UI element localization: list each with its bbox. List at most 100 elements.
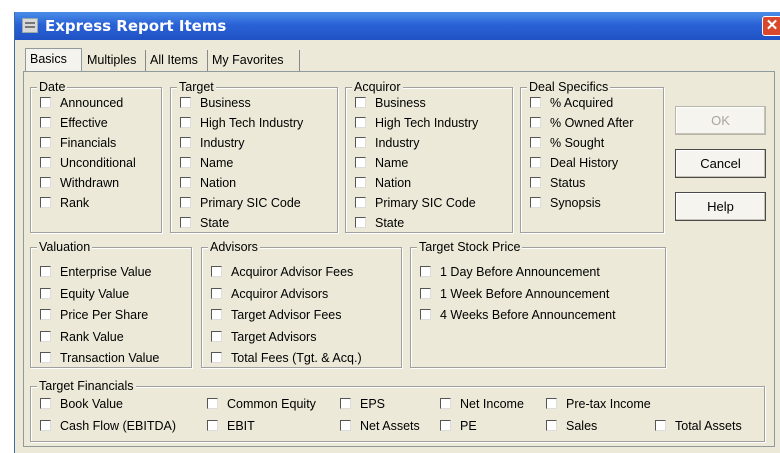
checkbox-label: Rank Value (60, 330, 124, 344)
checkbox-box[interactable] (180, 97, 191, 108)
checkbox-label: 1 Week Before Announcement (440, 287, 610, 301)
checkbox-box[interactable] (207, 420, 218, 431)
checkbox-label: Total Assets (675, 419, 742, 433)
checkbox-box[interactable] (40, 117, 51, 128)
checkbox-box[interactable] (211, 288, 222, 299)
checkbox-box[interactable] (530, 97, 541, 108)
group-target-financials: Target Financials Book Value Cash Flow (… (30, 378, 765, 442)
checkbox-box[interactable] (530, 177, 541, 188)
checkbox-box[interactable] (655, 420, 666, 431)
checkbox-box[interactable] (40, 352, 51, 363)
checkbox-box[interactable] (40, 331, 51, 342)
checkbox-box[interactable] (440, 420, 451, 431)
checkbox-label: % Acquired (550, 96, 614, 110)
cancel-button[interactable]: Cancel (675, 149, 766, 178)
checkbox-box[interactable] (211, 309, 222, 320)
checkbox-label: High Tech Industry (375, 116, 479, 130)
group-target: Target Business High Tech Industry Indus… (170, 79, 338, 233)
checkbox-label: State (375, 216, 405, 230)
checkbox-label: EBIT (227, 419, 255, 433)
checkbox-box[interactable] (530, 197, 541, 208)
checkbox-label: Primary SIC Code (375, 196, 476, 210)
checkbox-box[interactable] (40, 266, 51, 277)
checkbox-box[interactable] (355, 117, 366, 128)
close-button[interactable]: ✕ (762, 16, 780, 36)
checkbox-box[interactable] (207, 398, 218, 409)
checkbox-label: Price Per Share (60, 308, 149, 322)
checkbox-box[interactable] (180, 197, 191, 208)
checkbox-box[interactable] (440, 398, 451, 409)
group-advisors: Advisors Acquiror Advisor Fees Acquiror … (201, 239, 402, 368)
checkbox-box[interactable] (340, 398, 351, 409)
checkbox-box[interactable] (40, 157, 51, 168)
title-bar[interactable]: Express Report Items ✕ (15, 12, 780, 40)
checkbox-box[interactable] (40, 288, 51, 299)
checkbox-box[interactable] (211, 266, 222, 277)
checkbox-label: Transaction Value (60, 351, 160, 365)
tab-panel-basics: Date Announced Effective Financials Unco… (23, 71, 775, 447)
checkbox-box[interactable] (546, 420, 557, 431)
checkbox-label: Name (200, 156, 234, 170)
checkbox-label: Sales (566, 419, 598, 433)
tab-my-favorites[interactable]: My Favorites (208, 50, 300, 71)
tab-all-items[interactable]: All Items (146, 50, 208, 71)
ok-button[interactable]: OK (675, 106, 766, 135)
checkbox-box[interactable] (355, 177, 366, 188)
checkbox-label: Industry (200, 136, 245, 150)
group-target-financials-label: Target Financials (37, 378, 136, 394)
checkbox-label: Unconditional (60, 156, 136, 170)
checkbox-box[interactable] (40, 309, 51, 320)
group-target-stock-price-label: Target Stock Price (417, 239, 523, 255)
checkbox-label: Business (200, 96, 251, 110)
checkbox-box[interactable] (355, 157, 366, 168)
checkbox-label: Net Income (460, 397, 524, 411)
checkbox-box[interactable] (211, 331, 222, 342)
group-advisors-label: Advisors (208, 239, 260, 255)
checkbox-box[interactable] (40, 197, 51, 208)
checkbox-label: Nation (375, 176, 412, 190)
checkbox-label: Status (550, 176, 586, 190)
group-deal-specifics: Deal Specifics % Acquired % Owned After … (520, 79, 664, 233)
checkbox-box[interactable] (530, 117, 541, 128)
dialog-window: Express Report Items ✕ Basics Multiples … (14, 12, 780, 453)
help-button[interactable]: Help (675, 192, 766, 221)
group-target-stock-price: Target Stock Price 1 Day Before Announce… (410, 239, 666, 368)
checkbox-label: 4 Weeks Before Announcement (440, 308, 616, 322)
checkbox-label: Withdrawn (60, 176, 120, 190)
checkbox-label: High Tech Industry (200, 116, 304, 130)
group-date-label: Date (37, 79, 68, 95)
window-title: Express Report Items (45, 17, 227, 35)
checkbox-box[interactable] (40, 177, 51, 188)
checkbox-box[interactable] (340, 420, 351, 431)
checkbox-label: Target Advisors (231, 330, 317, 344)
checkbox-box[interactable] (40, 398, 51, 409)
checkbox-label: EPS (360, 397, 386, 411)
checkbox-box[interactable] (180, 137, 191, 148)
checkbox-label: Financials (60, 136, 117, 150)
checkbox-box[interactable] (180, 157, 191, 168)
checkbox-box[interactable] (211, 352, 222, 363)
checkbox-box[interactable] (355, 97, 366, 108)
checkbox-box[interactable] (180, 117, 191, 128)
checkbox-box[interactable] (546, 398, 557, 409)
checkbox-box[interactable] (180, 217, 191, 228)
tab-multiples[interactable]: Multiples (83, 50, 146, 71)
checkbox-box[interactable] (40, 97, 51, 108)
checkbox-box[interactable] (40, 137, 51, 148)
checkbox-box[interactable] (530, 157, 541, 168)
tab-basics[interactable]: Basics (25, 48, 82, 72)
checkbox-label: Enterprise Value (60, 265, 152, 279)
checkbox-box[interactable] (420, 266, 431, 277)
checkbox-box[interactable] (420, 309, 431, 320)
checkbox-box[interactable] (40, 420, 51, 431)
checkbox-box[interactable] (355, 137, 366, 148)
checkbox-label: Nation (200, 176, 237, 190)
checkbox-label: Primary SIC Code (200, 196, 301, 210)
group-target-label: Target (177, 79, 216, 95)
app-icon (22, 18, 38, 33)
checkbox-box[interactable] (180, 177, 191, 188)
checkbox-box[interactable] (355, 217, 366, 228)
checkbox-box[interactable] (530, 137, 541, 148)
checkbox-box[interactable] (420, 288, 431, 299)
checkbox-box[interactable] (355, 197, 366, 208)
